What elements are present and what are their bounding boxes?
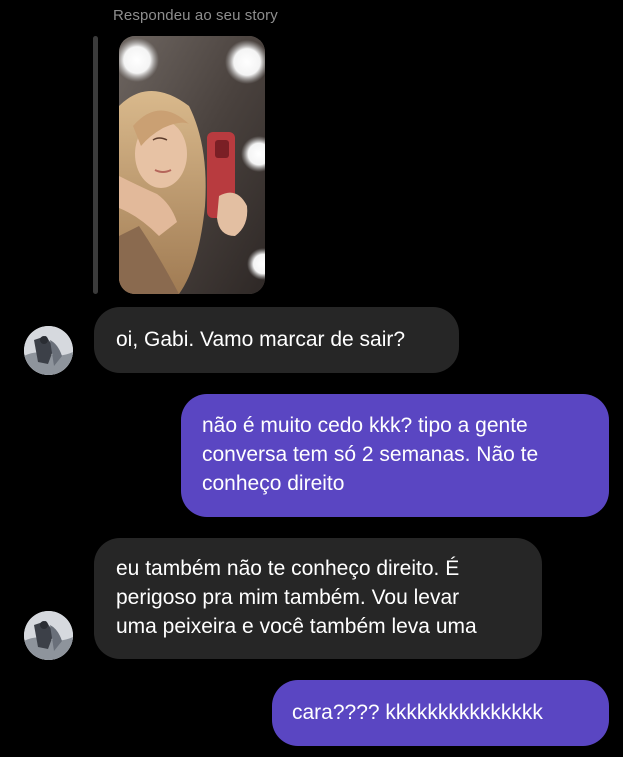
contact-avatar[interactable] (24, 611, 73, 660)
story-thumbnail[interactable] (119, 36, 265, 294)
message-received-1[interactable]: oi, Gabi. Vamo marcar de sair? (94, 307, 459, 373)
message-sent-1[interactable]: não é muito cedo kkk? tipo a gente conve… (181, 394, 609, 517)
message-sent-2[interactable]: cara???? kkkkkkkkkkkkkkk (272, 680, 609, 746)
avatar-photo (24, 611, 73, 660)
avatar-photo (24, 326, 73, 375)
story-reply-bar (93, 36, 98, 294)
story-reply-caption: Respondeu ao seu story (113, 7, 278, 24)
message-received-2[interactable]: eu também não te conheço direito. É peri… (94, 538, 542, 659)
contact-avatar[interactable] (24, 326, 73, 375)
story-photo (119, 36, 265, 294)
